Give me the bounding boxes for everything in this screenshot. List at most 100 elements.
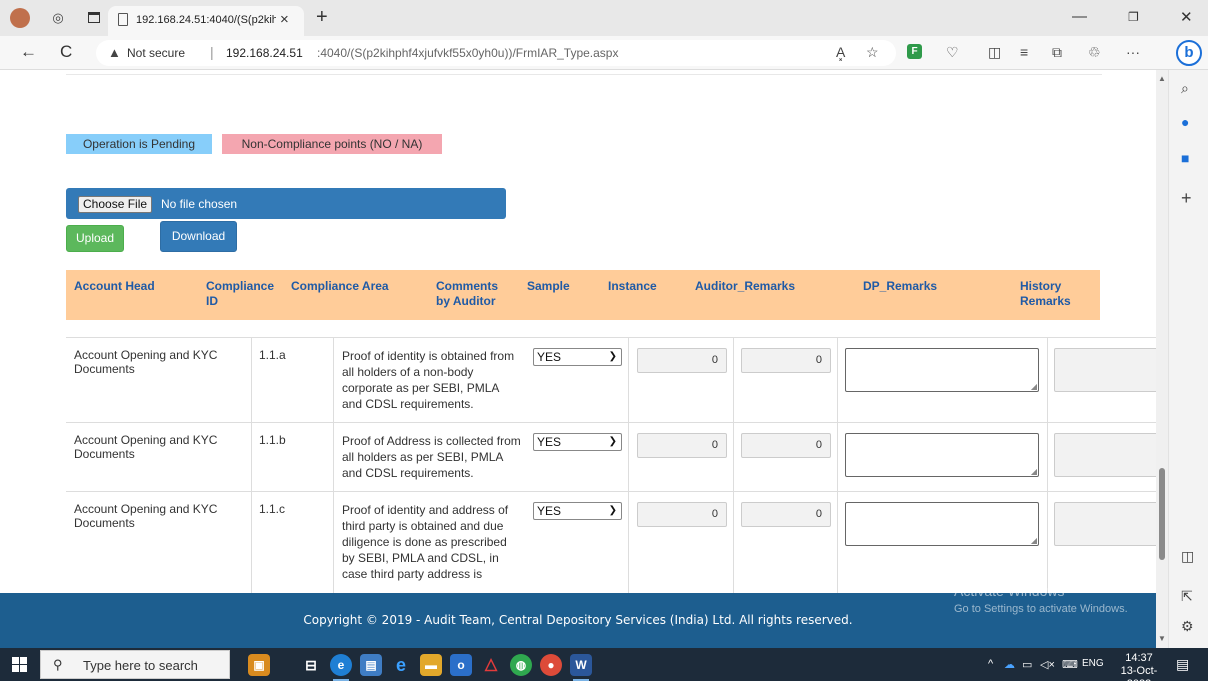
page-footer: Copyright © 2019 - Audit Team, Central D… [0,593,1156,648]
comments-select[interactable]: YES ❯ [533,502,622,520]
read-aloud-icon[interactable]: A͓ [836,44,845,60]
scrollbar-thumb[interactable] [1159,468,1165,560]
store-icon[interactable]: ▤ [360,654,382,676]
instance-input[interactable]: 0 [741,502,831,527]
instance-input[interactable]: 0 [741,433,831,458]
legend-pending: Operation is Pending [66,134,212,154]
network-icon[interactable]: ▭ [1022,658,1032,671]
page-scrollbar[interactable]: ▲ ▼ [1156,70,1168,648]
search-icon[interactable]: ⌕ [1181,80,1189,97]
chevron-down-icon: ❯ [608,436,617,447]
outlook-app-icon[interactable]: o [450,654,472,676]
workspaces-icon[interactable]: ◎ [50,10,66,26]
windows-start-icon[interactable] [12,657,27,672]
header-history-remarks: History Remarks [1020,279,1071,308]
split-screen-icon[interactable]: ◫ [988,44,1001,61]
copilot-icon[interactable]: ♲ [1088,44,1101,61]
bing-chat-icon[interactable]: b [1176,40,1202,66]
tab-title: 192.168.24.51:4040/(S(p2kihphf4 [136,14,276,26]
chevron-down-icon: ❯ [608,351,617,362]
file-explorer-icon[interactable]: ▬ [420,654,442,676]
favorite-star-icon[interactable]: ☆ [866,44,879,61]
resize-grip-icon[interactable]: ◢ [1031,536,1037,545]
edge-browser-icon[interactable]: e [330,654,352,681]
activate-windows-title: Activate Windows [954,583,1065,599]
extension-icon[interactable]: F [907,44,922,59]
task-view-icon[interactable]: ⊟ [300,654,322,676]
address-bar[interactable]: ▲ Not secure | 192.168.24.51 :4040/(S(p2… [96,40,896,66]
sample-input[interactable]: 0 [637,348,727,373]
refresh-button[interactable]: C [60,42,72,62]
clock-date: 13-Oct-2023 [1120,665,1158,690]
scroll-down-arrow-icon[interactable]: ▼ [1158,634,1166,643]
instance-input[interactable]: 0 [741,348,831,373]
legend-noncompliance: Non-Compliance points (NO / NA) [222,134,442,154]
choose-file-button[interactable]: Choose File [78,196,153,213]
resize-grip-icon[interactable]: ◢ [1031,382,1037,391]
volume-icon[interactable]: ◁× [1040,658,1055,671]
taskbar-clock[interactable]: 14:37 13-Oct-2023 [1110,652,1168,691]
sample-input[interactable]: 0 [637,433,727,458]
page-icon [118,13,128,26]
header-comments: Comments by Auditor [436,279,499,308]
taskbar-search-box[interactable]: ⚲ Type here to search [40,650,230,679]
add-sidebar-app-icon[interactable]: + [1181,188,1192,209]
comments-select[interactable]: YES ❯ [533,433,622,451]
globe-app-icon[interactable]: ◍ [510,654,532,676]
restore-button[interactable]: ❐ [1128,10,1139,24]
briefcase-app-icon[interactable]: ▣ [248,654,270,676]
tray-expand-icon[interactable]: ^ [988,658,993,670]
external-link-icon[interactable]: ⇱ [1181,588,1193,605]
back-button[interactable]: ← [20,42,37,62]
chrome-icon[interactable]: ● [540,654,562,676]
compliance-area-cell: Proof of identity is obtained from all h… [342,349,515,411]
header-sample: Sample [527,279,570,293]
address-toolbar: ← C ▲ Not secure | 192.168.24.51 :4040/(… [0,36,1208,70]
copyright-text: Copyright © 2019 - Audit Team, Central D… [303,613,853,627]
more-menu-icon[interactable]: ··· [1126,44,1140,60]
scroll-up-arrow-icon[interactable]: ▲ [1158,74,1166,83]
sample-input[interactable]: 0 [637,502,727,527]
not-secure-label[interactable]: Not secure [127,46,185,60]
browser-tab[interactable]: 192.168.24.51:4040/(S(p2kihphf4 × [108,6,304,36]
comments-select[interactable]: YES ❯ [533,348,622,366]
sidebar-settings-icon[interactable]: ⚙ [1181,618,1194,635]
url-path: :4040/(S(p2kihphf4xjufvkf55x0yh0u))/FrmI… [317,46,619,60]
upload-button[interactable]: Upload [66,225,124,252]
tab-actions-icon[interactable] [88,12,100,23]
language-indicator[interactable]: ENG [1082,658,1104,669]
sidebar-layout-icon[interactable]: ◫ [1181,548,1194,565]
onedrive-icon[interactable]: ☁ [1004,658,1015,671]
shopping-icon[interactable]: ● [1181,114,1189,130]
favorites-icon[interactable]: ≡ [1020,44,1028,60]
triangle-app-icon[interactable]: △ [480,654,502,676]
word-icon[interactable]: W [570,654,592,681]
table-header: Account Head Compliance ID Compliance Are… [66,270,1100,320]
compliance-area-cell: Proof of Address is collected from all h… [342,434,521,480]
outlook-icon[interactable]: ■ [1181,150,1189,166]
dp-remarks-textarea[interactable]: ◢ [845,348,1039,392]
page-viewport: Operation is Pending Non-Compliance poin… [0,70,1168,648]
file-upload-bar: Choose File No file chosen [66,188,506,219]
profile-avatar-icon[interactable] [10,8,30,28]
tab-close-button[interactable]: × [280,11,289,28]
clock-time: 14:37 [1125,652,1153,664]
account-head-cell: Account Opening and KYC Documents [74,348,218,376]
minimize-button[interactable]: — [1072,8,1087,25]
new-tab-button[interactable]: + [316,6,328,29]
collections-icon[interactable]: ⧉ [1052,44,1062,61]
dp-remarks-textarea[interactable]: ◢ [845,502,1039,546]
account-head-cell: Account Opening and KYC Documents [74,502,218,530]
activate-windows-subtitle: Go to Settings to activate Windows. [954,603,1128,615]
close-window-button[interactable]: ✕ [1180,8,1193,26]
internet-explorer-icon[interactable]: e [390,654,412,676]
resize-grip-icon[interactable]: ◢ [1031,467,1037,476]
dp-remarks-textarea[interactable]: ◢ [845,433,1039,477]
notification-icon[interactable]: ▤ [1176,656,1189,673]
warning-icon[interactable]: ▲ [108,45,121,60]
url-host: 192.168.24.51 [226,46,303,60]
chevron-down-icon: ❯ [608,505,617,516]
download-button[interactable]: Download [160,221,237,252]
browser-essentials-icon[interactable]: ♡ [946,44,959,61]
keyboard-icon[interactable]: ⌨ [1062,658,1078,671]
